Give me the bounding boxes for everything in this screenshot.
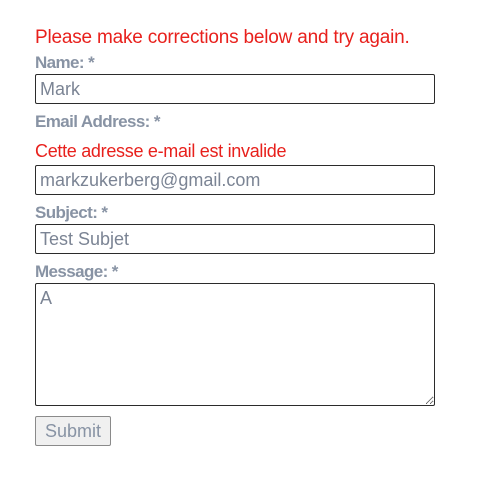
email-label: Email Address: *: [35, 112, 160, 131]
subject-label: Subject: *: [35, 203, 108, 222]
email-error-message: Cette adresse e-mail est invalide: [35, 141, 287, 161]
submit-button[interactable]: Submit: [35, 416, 112, 446]
message-label: Message: *: [35, 262, 118, 281]
form-error-message: Please make corrections below and try ag…: [35, 27, 410, 48]
subject-input[interactable]: [35, 224, 435, 254]
name-input[interactable]: [35, 74, 435, 104]
message-textarea[interactable]: A: [35, 283, 435, 406]
name-label: Name: *: [35, 53, 95, 72]
contact-form: Please make corrections below and try ag…: [35, 24, 435, 446]
email-input[interactable]: [35, 165, 435, 195]
